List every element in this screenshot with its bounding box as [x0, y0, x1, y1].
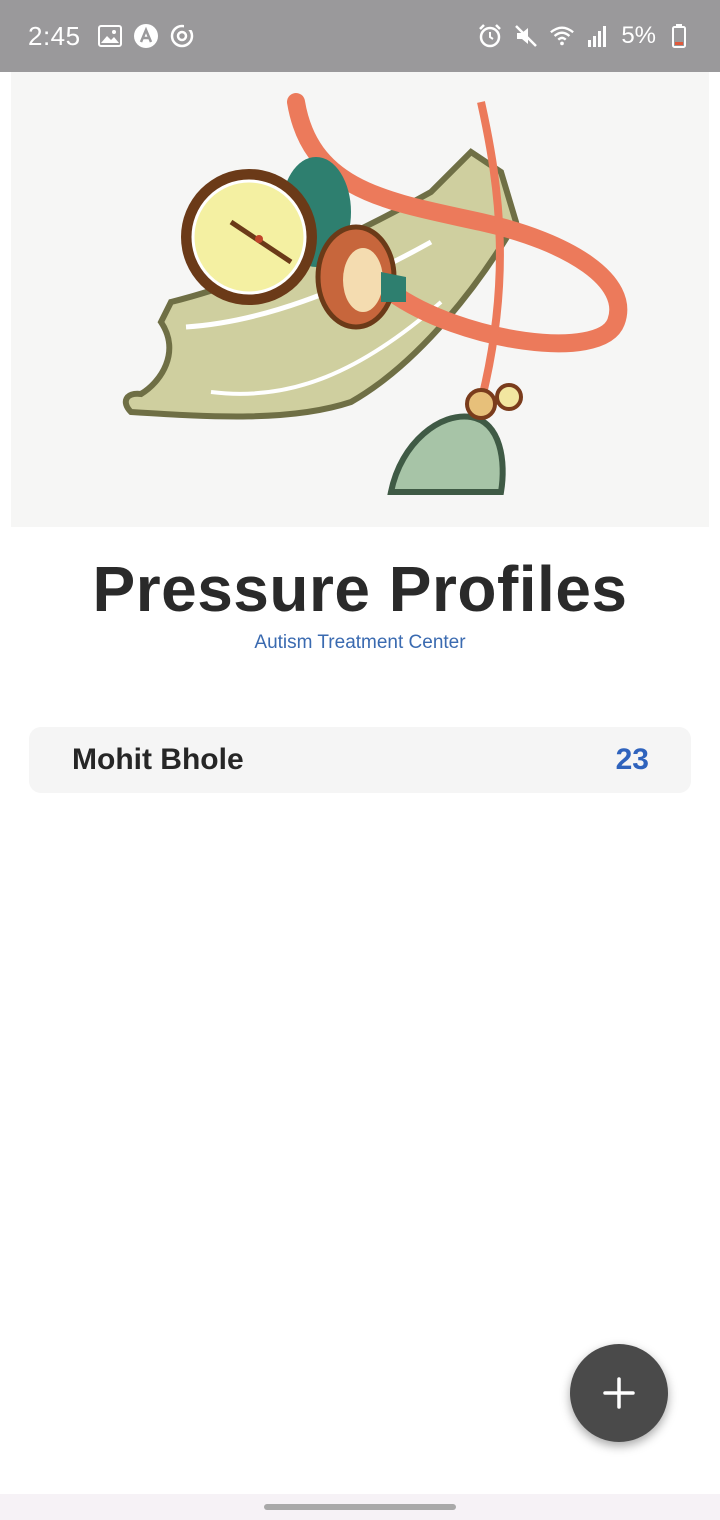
- signal-icon: [585, 23, 611, 49]
- wifi-icon: [549, 23, 575, 49]
- status-time: 2:45: [28, 20, 81, 51]
- profile-name: Mohit Bhole: [72, 743, 244, 776]
- battery-percent: 5%: [621, 22, 656, 49]
- home-gesture-handle[interactable]: [264, 1504, 456, 1510]
- blood-pressure-cuff-illustration: [122, 93, 628, 495]
- page-title: Pressure Profiles: [92, 553, 628, 625]
- sync-icon: [169, 23, 195, 49]
- profile-list-item[interactable]: Mohit Bhole 23: [29, 727, 691, 793]
- page-subtitle: Autism Treatment Center: [254, 632, 466, 653]
- a-circle-icon: [133, 23, 159, 49]
- image-icon: [97, 23, 123, 49]
- battery-icon: [666, 23, 692, 49]
- add-profile-button[interactable]: [570, 1344, 668, 1442]
- status-bar: 2:45 5%: [0, 0, 720, 72]
- hero-image: [11, 72, 709, 527]
- status-left: 2:45: [28, 21, 195, 52]
- navigation-bar: [0, 1494, 720, 1520]
- status-right: 5%: [477, 22, 692, 50]
- plus-icon: [603, 1377, 635, 1409]
- mute-icon: [513, 23, 539, 49]
- alarm-icon: [477, 23, 503, 49]
- profile-count: 23: [615, 743, 649, 776]
